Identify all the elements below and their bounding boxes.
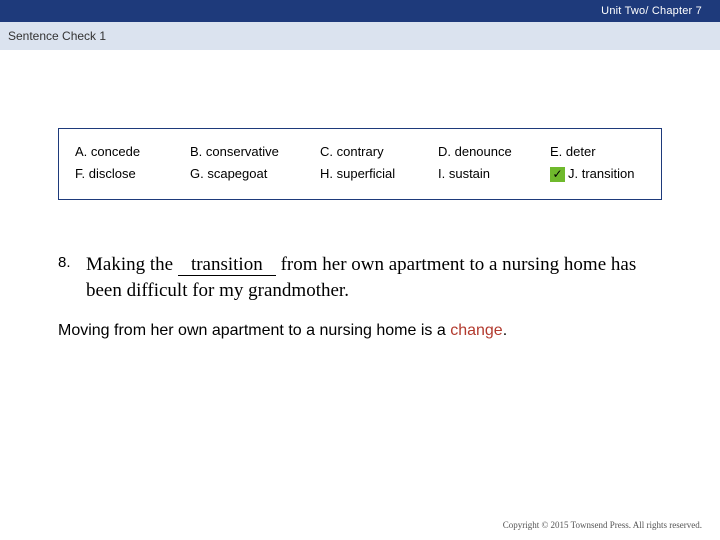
answer-blank: transition [178,255,276,276]
word-i: I. sustain [438,163,550,185]
question-text: Making the transition from her own apart… [86,252,662,304]
explanation-before: Moving from her own apartment to a nursi… [58,322,450,339]
question-row: 8. Making the transition from her own ap… [58,252,662,304]
word-h: H. superficial [320,163,438,185]
explanation-text: Moving from her own apartment to a nursi… [58,322,662,340]
word-j: ✓ J. transition [550,163,645,185]
explanation-keyword: change [450,322,503,339]
unit-chapter-label: Unit Two/ Chapter 7 [601,5,702,17]
section-label: Sentence Check 1 [8,29,106,43]
word-g: G. scapegoat [190,163,320,185]
word-f: F. disclose [75,163,190,185]
word-bank-row-1: A. concede B. conservative C. contrary D… [75,141,645,163]
header-bar: Unit Two/ Chapter 7 [0,0,720,22]
explanation-after: . [503,322,507,339]
word-j-label: J. transition [568,163,634,185]
word-bank: A. concede B. conservative C. contrary D… [58,128,662,200]
checkmark-icon: ✓ [550,167,565,182]
footer-copyright: Copyright © 2015 Townsend Press. All rig… [503,520,702,530]
section-bar: Sentence Check 1 [0,22,720,50]
word-bank-row-2: F. disclose G. scapegoat H. superficial … [75,163,645,185]
question-number: 8. [58,252,86,271]
word-c: C. contrary [320,141,438,163]
word-a: A. concede [75,141,190,163]
question-prefix: Making the [86,254,178,275]
answer-value: transition [191,254,263,275]
word-e: E. deter [550,141,645,163]
word-b: B. conservative [190,141,320,163]
question-area: 8. Making the transition from her own ap… [58,252,662,340]
word-d: D. denounce [438,141,550,163]
